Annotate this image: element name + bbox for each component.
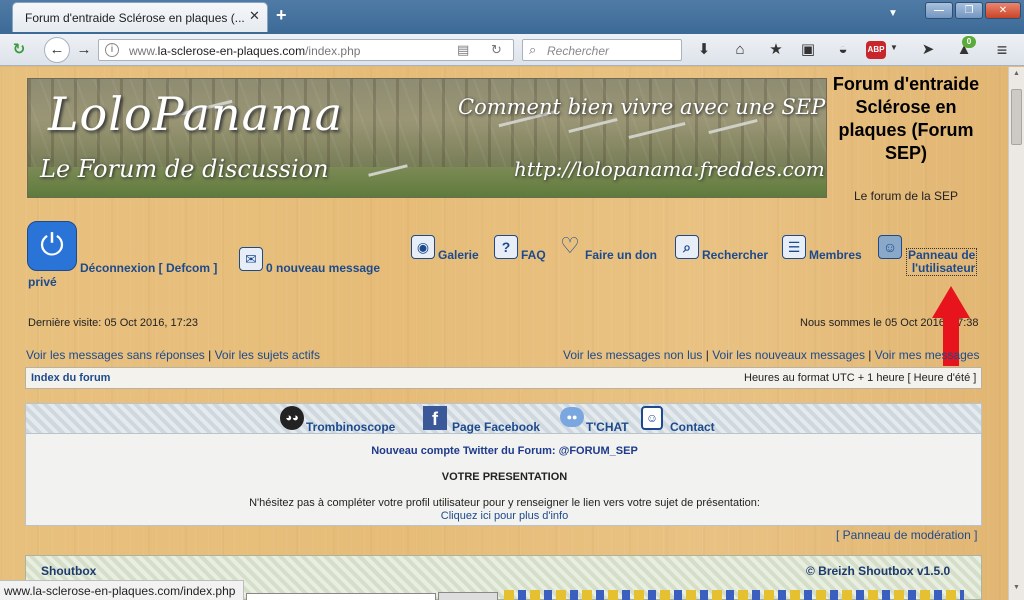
logout-link[interactable]: Déconnexion [ Defcom ] — [80, 261, 217, 275]
user-control-panel-link[interactable]: Panneau de l'utilisateur — [906, 248, 978, 276]
private-messages-link[interactable]: privé — [28, 275, 57, 289]
trombinoscope-icon[interactable]: ◕◕ — [280, 406, 304, 430]
forum-banner[interactable]: LoloPanama Le Forum de discussion Commen… — [27, 78, 827, 198]
search-links-right: Voir les messages non lus | Voir les nou… — [563, 348, 980, 362]
faq-icon[interactable]: ? — [494, 235, 518, 259]
info-icon[interactable]: i — [105, 43, 119, 57]
members-link[interactable]: Membres — [809, 248, 862, 262]
url-bar[interactable]: i www.la-sclerose-en-plaques.com/index.p… — [98, 39, 514, 61]
pocket-icon[interactable]: ◒ — [831, 38, 855, 62]
url-domain: la-sclerose-en-plaques.com — [157, 44, 306, 58]
send-icon[interactable]: ➤ — [916, 38, 940, 62]
tab-close-icon[interactable]: ✕ — [249, 8, 260, 24]
scroll-down-icon[interactable]: ▼ — [1013, 584, 1020, 591]
close-window-button[interactable]: ✕ — [985, 2, 1021, 19]
new-tab-icon[interactable]: + — [276, 5, 287, 26]
donate-link[interactable]: Faire un don — [585, 248, 657, 262]
page-content: LoloPanama Le Forum de discussion Commen… — [0, 67, 1008, 600]
scroll-thumb[interactable] — [1011, 89, 1022, 145]
banner-logo: LoloPanama — [48, 87, 344, 141]
moderation-panel-link[interactable]: [ Panneau de modération ] — [836, 528, 977, 542]
search-icon: ⌕ — [529, 42, 537, 57]
facebook-link[interactable]: Page Facebook — [452, 420, 540, 434]
last-visit-text: Dernière visite: 05 Oct 2016, 17:23 — [28, 317, 198, 329]
unanswered-posts-link[interactable]: Voir les messages sans réponses — [26, 348, 205, 362]
ucp-label-line2: l'utilisateur — [911, 261, 976, 275]
shoutbox-post-button[interactable] — [438, 592, 498, 600]
new-posts-link[interactable]: Voir les nouveaux messages — [712, 348, 865, 362]
chat-link[interactable]: T'CHAT — [586, 420, 629, 434]
adblock-dropdown-icon[interactable]: ▼ — [890, 43, 898, 52]
download-icon[interactable]: ⬇ — [692, 38, 716, 62]
forum-title: Forum d'entraide Sclérose en plaques (Fo… — [832, 74, 980, 163]
contact-icon[interactable]: ☺ — [641, 406, 663, 430]
reload-icon[interactable]: ↻ — [7, 38, 31, 62]
banner-tagline: Comment bien vivre avec une SEP — [458, 95, 826, 119]
shoutbox-version: © Breizh Shoutbox v1.5.0 — [806, 564, 951, 578]
logout-icon[interactable]: ⏻ — [27, 221, 77, 271]
presentation-title: VOTRE PRESENTATION — [441, 471, 568, 483]
quick-links-bar: ◕◕ Trombinoscope f Page Facebook ●● T'CH… — [25, 403, 982, 434]
shoutbox-title: Shoutbox — [41, 564, 97, 578]
message-icon[interactable]: ✉ — [239, 247, 263, 271]
gallery-icon[interactable]: ◉ — [411, 235, 435, 259]
refresh-icon[interactable]: ↻ — [491, 42, 502, 58]
more-info-link[interactable]: Cliquez ici pour plus d'info — [26, 510, 983, 522]
forum-index-link[interactable]: Index du forum — [31, 372, 110, 384]
user-avatar-icon[interactable]: ☺ — [878, 235, 902, 259]
title-bar: Forum d'entraide Sclérose en plaques (..… — [0, 0, 1024, 34]
active-topics-link[interactable]: Voir les sujets actifs — [215, 348, 320, 362]
shoutbox-input[interactable] — [246, 593, 436, 600]
menu-icon[interactable]: ≡ — [990, 38, 1014, 62]
adblock-icon[interactable]: ABP — [866, 41, 886, 59]
notification-badge: 0 — [962, 36, 976, 48]
smileys-bar[interactable] — [504, 590, 964, 600]
new-messages-link[interactable]: 0 nouveau message — [266, 261, 380, 275]
browser-tab[interactable]: Forum d'entraide Sclérose en plaques (..… — [12, 2, 268, 32]
url-path: /index.php — [305, 44, 361, 58]
bookmark-star-icon[interactable]: ★ — [764, 38, 788, 62]
minimize-button[interactable]: — — [925, 2, 953, 19]
chat-bubble-icon[interactable]: ●● — [560, 407, 584, 427]
status-bar: www.la-sclerose-en-plaques.com/index.php — [0, 580, 244, 600]
scroll-up-icon[interactable]: ▲ — [1013, 70, 1020, 77]
forward-icon[interactable]: → — [72, 38, 96, 62]
unread-posts-link[interactable]: Voir les messages non lus — [563, 348, 702, 362]
trombinoscope-link[interactable]: Trombinoscope — [306, 420, 395, 434]
members-list-icon[interactable]: ☰ — [782, 235, 806, 259]
contact-link[interactable]: Contact — [670, 420, 715, 434]
forum-description: Le forum de la SEP — [853, 189, 959, 203]
presentation-text: N'hésitez pas à compléter votre profil u… — [249, 497, 760, 509]
my-posts-link[interactable]: Voir mes messages — [875, 348, 980, 362]
reader-icon[interactable]: ▤ — [457, 42, 469, 58]
tab-title: Forum d'entraide Sclérose en plaques (..… — [25, 11, 245, 25]
search-links-left: Voir les messages sans réponses | Voir l… — [26, 348, 320, 362]
breadcrumb: Index du forum Heures au format UTC + 1 … — [25, 367, 982, 389]
back-icon[interactable]: ← — [44, 37, 70, 63]
vertical-scrollbar[interactable]: ▲ ▼ — [1008, 67, 1024, 600]
tab-list-icon[interactable]: ▼ — [888, 8, 898, 19]
navigation-bar: ↻ ← → i www.la-sclerose-en-plaques.com/i… — [0, 34, 1024, 66]
banner-subtitle: Le Forum de discussion — [40, 155, 329, 183]
announcement-box: Nouveau compte Twitter du Forum: @FORUM_… — [25, 434, 982, 526]
url-prefix: www. — [129, 44, 158, 58]
search-link[interactable]: Rechercher — [702, 248, 768, 262]
twitter-announcement[interactable]: Nouveau compte Twitter du Forum: @FORUM_… — [26, 445, 983, 457]
search-input[interactable]: Rechercher — [547, 44, 609, 58]
timezone-text: Heures au format UTC + 1 heure [ Heure d… — [744, 372, 977, 384]
banner-url: http://lolopanama.freddes.com — [514, 157, 825, 181]
maximize-button[interactable]: ❐ — [955, 2, 983, 19]
search-bar[interactable]: ⌕ Rechercher — [522, 39, 682, 61]
home-icon[interactable]: ⌂ — [728, 38, 752, 62]
faq-link[interactable]: FAQ — [521, 248, 546, 262]
reading-list-icon[interactable]: ▣ — [796, 38, 820, 62]
gallery-link[interactable]: Galerie — [438, 248, 479, 262]
facebook-icon[interactable]: f — [423, 406, 447, 430]
url-text: www.la-sclerose-en-plaques.com/index.php — [129, 44, 360, 58]
heart-icon[interactable]: ♡ — [558, 235, 582, 259]
magnifier-icon[interactable]: ⌕ — [675, 235, 699, 259]
